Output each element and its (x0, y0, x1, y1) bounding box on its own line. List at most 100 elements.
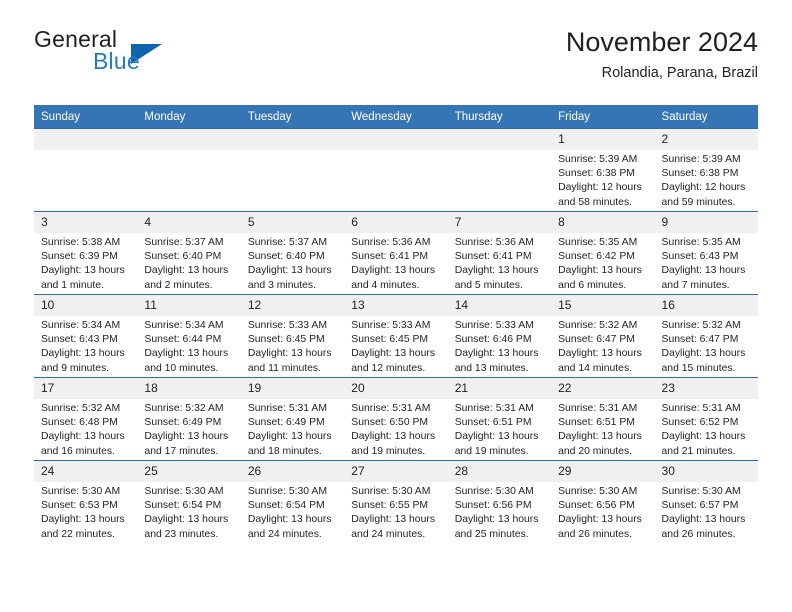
daylight-text: Daylight: 13 hours and 15 minutes. (661, 348, 746, 374)
day-details: Sunrise: 5:37 AM Sunset: 6:40 PM Daylight:… (241, 233, 344, 293)
calendar-day-cell[interactable]: 13 Sunrise: 5:33 AM Sunset: 6:45 PM Dayligh… (344, 294, 448, 378)
calendar-day-cell[interactable]: 5 Sunrise: 5:37 AM Sunset: 6:40 PM Daylight… (240, 211, 345, 295)
calendar-day-cell[interactable]: 27 Sunrise: 5:30 AM Sunset: 6:55 PM Dayligh… (344, 460, 448, 543)
sunset-text: Sunset: 6:39 PM (41, 251, 118, 263)
weekday-header-thursday: Thursday (447, 105, 552, 129)
daylight-text: Daylight: 13 hours and 11 minutes. (247, 348, 332, 374)
day-details: Sunrise: 5:34 AM Sunset: 6:44 PM Daylight:… (137, 316, 240, 376)
day-details: Sunrise: 5:33 AM Sunset: 6:46 PM Daylight:… (448, 316, 551, 376)
sunrise-text: Sunrise: 5:30 AM (558, 486, 638, 497)
calendar-day-cell[interactable]: 26 Sunrise: 5:30 AM Sunset: 6:54 PM Dayligh… (240, 460, 345, 543)
day-number: 26 (240, 461, 345, 482)
daylight-text: Daylight: 13 hours and 18 minutes. (247, 431, 332, 457)
calendar-day-cell[interactable]: 17 Sunrise: 5:32 AM Sunset: 6:48 PM Dayligh… (34, 377, 138, 461)
calendar-day-cell[interactable]: 23 Sunrise: 5:31 AM Sunset: 6:52 PM Dayligh… (654, 377, 758, 461)
day-details: Sunrise: 5:38 AM Sunset: 6:39 PM Daylight:… (34, 233, 137, 293)
day-details: Sunrise: 5:30 AM Sunset: 6:57 PM Daylight:… (655, 482, 758, 542)
weekday-header-sunday: Sunday (34, 105, 138, 129)
daylight-text: Daylight: 13 hours and 16 minutes. (41, 431, 125, 457)
calendar-day-cell[interactable]: 1 Sunrise: 5:39 AM Sunset: 6:38 PM Daylight… (551, 128, 655, 212)
day-number: 23 (654, 378, 758, 399)
calendar-day-cell[interactable]: 18 Sunrise: 5:32 AM Sunset: 6:49 PM Dayligh… (137, 377, 241, 461)
daylight-text: Daylight: 13 hours and 14 minutes. (558, 348, 642, 374)
calendar-week-row: 10 Sunrise: 5:34 AM Sunset: 6:43 PM Dayligh… (34, 294, 758, 378)
day-details: Sunrise: 5:32 AM Sunset: 6:49 PM Daylight:… (137, 399, 240, 459)
sunset-text: Sunset: 6:47 PM (558, 334, 635, 346)
sunset-text: Sunset: 6:52 PM (661, 417, 739, 429)
calendar-day-cell[interactable]: 7 Sunrise: 5:36 AM Sunset: 6:41 PM Daylight… (447, 211, 552, 295)
sunrise-text: Sunrise: 5:37 AM (144, 237, 224, 248)
day-details: Sunrise: 5:30 AM Sunset: 6:56 PM Daylight:… (448, 482, 551, 542)
day-number: 11 (137, 295, 241, 316)
daylight-text: Daylight: 13 hours and 9 minutes. (41, 348, 125, 374)
daylight-text: Daylight: 13 hours and 19 minutes. (454, 431, 539, 457)
daylight-text: Daylight: 13 hours and 12 minutes. (351, 348, 436, 374)
daylight-text: Daylight: 13 hours and 19 minutes. (351, 431, 436, 457)
day-number: 2 (654, 129, 758, 150)
day-number: 27 (344, 461, 448, 482)
daylight-text: Daylight: 13 hours and 26 minutes. (661, 514, 746, 540)
calendar-day-cell[interactable]: 15 Sunrise: 5:32 AM Sunset: 6:47 PM Dayligh… (551, 294, 655, 378)
day-details: Sunrise: 5:31 AM Sunset: 6:51 PM Daylight:… (448, 399, 551, 459)
sunrise-text: Sunrise: 5:30 AM (661, 486, 741, 497)
day-details: Sunrise: 5:32 AM Sunset: 6:47 PM Daylight:… (655, 316, 758, 376)
sunrise-text: Sunrise: 5:36 AM (454, 237, 534, 248)
day-number: 12 (240, 295, 345, 316)
calendar-body: 1 Sunrise: 5:39 AM Sunset: 6:38 PM Daylight… (34, 128, 758, 543)
day-details: Sunrise: 5:37 AM Sunset: 6:40 PM Daylight:… (137, 233, 240, 293)
day-details: Sunrise: 5:33 AM Sunset: 6:45 PM Daylight:… (241, 316, 344, 376)
sunrise-text: Sunrise: 5:34 AM (144, 320, 224, 331)
calendar-day-cell[interactable]: 19 Sunrise: 5:31 AM Sunset: 6:49 PM Dayligh… (240, 377, 345, 461)
calendar-day-cell[interactable]: 16 Sunrise: 5:32 AM Sunset: 6:47 PM Dayligh… (654, 294, 758, 378)
daylight-text: Daylight: 13 hours and 24 minutes. (351, 514, 436, 540)
day-number: 7 (447, 212, 552, 233)
sunrise-text: Sunrise: 5:30 AM (41, 486, 121, 497)
sunset-text: Sunset: 6:56 PM (454, 500, 532, 512)
day-number: 13 (344, 295, 448, 316)
day-number: 15 (551, 295, 655, 316)
sunrise-text: Sunrise: 5:32 AM (661, 320, 741, 331)
sunrise-text: Sunrise: 5:39 AM (558, 154, 638, 165)
sunrise-text: Sunrise: 5:31 AM (351, 403, 431, 414)
day-number: 9 (654, 212, 758, 233)
calendar-day-cell[interactable]: 10 Sunrise: 5:34 AM Sunset: 6:43 PM Dayligh… (34, 294, 138, 378)
calendar-day-cell[interactable]: 24 Sunrise: 5:30 AM Sunset: 6:53 PM Dayligh… (34, 460, 138, 543)
weekday-header-monday: Monday (137, 105, 241, 129)
calendar-cell-empty (34, 128, 138, 212)
calendar-day-cell[interactable]: 14 Sunrise: 5:33 AM Sunset: 6:46 PM Dayligh… (447, 294, 552, 378)
calendar-day-cell[interactable]: 22 Sunrise: 5:31 AM Sunset: 6:51 PM Dayligh… (551, 377, 655, 461)
calendar-day-cell[interactable]: 25 Sunrise: 5:30 AM Sunset: 6:54 PM Dayligh… (137, 460, 241, 543)
calendar-day-cell[interactable]: 4 Sunrise: 5:37 AM Sunset: 6:40 PM Daylight… (137, 211, 241, 295)
calendar-day-cell[interactable]: 11 Sunrise: 5:34 AM Sunset: 6:44 PM Dayligh… (137, 294, 241, 378)
daylight-text: Daylight: 13 hours and 24 minutes. (247, 514, 332, 540)
day-number: 6 (344, 212, 448, 233)
calendar-page: General Blue November 2024 Rolandia, Par… (0, 0, 792, 612)
calendar-day-cell[interactable]: 3 Sunrise: 5:38 AM Sunset: 6:39 PM Daylight… (34, 211, 138, 295)
daylight-text: Daylight: 13 hours and 1 minute. (41, 265, 125, 291)
day-details: Sunrise: 5:35 AM Sunset: 6:42 PM Daylight:… (551, 233, 654, 293)
title-block: November 2024 Rolandia, Parana, Brazil (566, 26, 758, 82)
calendar-day-cell[interactable]: 21 Sunrise: 5:31 AM Sunset: 6:51 PM Dayligh… (447, 377, 552, 461)
day-number: 21 (447, 378, 552, 399)
sunrise-text: Sunrise: 5:34 AM (41, 320, 121, 331)
calendar-day-cell[interactable]: 12 Sunrise: 5:33 AM Sunset: 6:45 PM Dayligh… (240, 294, 345, 378)
calendar-day-cell[interactable]: 8 Sunrise: 5:35 AM Sunset: 6:42 PM Daylight… (551, 211, 655, 295)
calendar-day-cell[interactable]: 29 Sunrise: 5:30 AM Sunset: 6:56 PM Dayligh… (551, 460, 655, 543)
sunrise-text: Sunrise: 5:30 AM (351, 486, 431, 497)
sunrise-text: Sunrise: 5:35 AM (558, 237, 638, 248)
calendar-day-cell[interactable]: 30 Sunrise: 5:30 AM Sunset: 6:57 PM Dayligh… (654, 460, 758, 543)
general-blue-logo[interactable]: General Blue (34, 26, 264, 82)
calendar-day-cell[interactable]: 6 Sunrise: 5:36 AM Sunset: 6:41 PM Daylight… (344, 211, 448, 295)
sunset-text: Sunset: 6:49 PM (144, 417, 222, 429)
sunset-text: Sunset: 6:45 PM (351, 334, 429, 346)
weekday-header-wednesday: Wednesday (344, 105, 448, 129)
calendar-day-cell[interactable]: 9 Sunrise: 5:35 AM Sunset: 6:43 PM Daylight… (654, 211, 758, 295)
sunrise-text: Sunrise: 5:32 AM (41, 403, 121, 414)
calendar-day-cell[interactable]: 28 Sunrise: 5:30 AM Sunset: 6:56 PM Dayligh… (447, 460, 552, 543)
daylight-text: Daylight: 13 hours and 10 minutes. (144, 348, 229, 374)
calendar-day-cell[interactable]: 20 Sunrise: 5:31 AM Sunset: 6:50 PM Dayligh… (344, 377, 448, 461)
calendar-day-cell[interactable]: 2 Sunrise: 5:39 AM Sunset: 6:38 PM Daylight… (654, 128, 758, 212)
day-number: 14 (447, 295, 552, 316)
sunset-text: Sunset: 6:47 PM (661, 334, 739, 346)
weekday-header-row: Sunday Monday Tuesday Wednesday Thursday… (34, 105, 758, 129)
